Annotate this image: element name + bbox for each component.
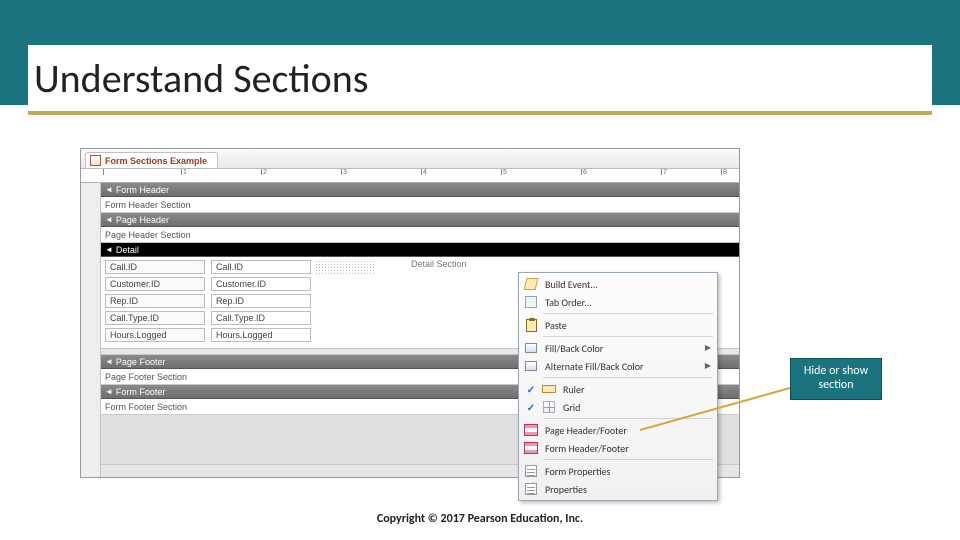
page-footer-text: Page Footer Section (105, 372, 187, 382)
submenu-arrow-icon: ▶ (705, 343, 711, 353)
section-arrow-icon: ◄ (105, 215, 113, 224)
textbox-control-repid[interactable]: Rep.ID (211, 294, 311, 308)
callout-box: Hide or show section (790, 358, 882, 400)
label-control-customerid[interactable]: Customer.ID (105, 277, 205, 291)
textbox-control-callid[interactable]: Call.ID (211, 260, 311, 274)
menu-label: Form Header/Footer (545, 442, 629, 455)
vertical-ruler[interactable] (81, 183, 101, 477)
menu-label: Grid (563, 401, 580, 414)
menu-separator (543, 313, 713, 314)
document-tab-row: Form Sections Example (81, 149, 739, 169)
slide-title-box: Understand Sections (28, 45, 932, 111)
menu-label: Ruler (563, 383, 584, 396)
menu-item-tab-order[interactable]: Tab Order... (519, 293, 717, 311)
ruler-mark-1: 1 (181, 169, 187, 183)
menu-label: Build Event... (545, 278, 598, 291)
textbox-control-customerid[interactable]: Customer.ID (211, 277, 311, 291)
menu-label: Fill/Back Color (545, 342, 603, 355)
formprops-icon (523, 463, 539, 479)
ruler-mark-4: 4 (421, 169, 427, 183)
paste-icon (523, 317, 539, 333)
menu-item-build-event[interactable]: Build Event... (519, 275, 717, 293)
menu-label: Tab Order... (545, 296, 592, 309)
menu-item-fill-back-color[interactable]: Fill/Back Color ▶ (519, 339, 717, 357)
build-icon (523, 276, 539, 292)
page-header-body[interactable]: Page Header Section (101, 227, 739, 243)
detail-annotation: Detail Section (411, 259, 467, 269)
label-control-repid[interactable]: Rep.ID (105, 294, 205, 308)
taborder-icon (523, 294, 539, 310)
grid-icon (541, 399, 557, 415)
label-control-callid[interactable]: Call.ID (105, 260, 205, 274)
section-arrow-icon: ◄ (105, 245, 113, 254)
form-tab[interactable]: Form Sections Example (85, 152, 218, 168)
ruler-mark-6: 6 (581, 169, 587, 183)
menu-item-paste[interactable]: Paste (519, 316, 717, 334)
menu-separator (543, 377, 713, 378)
menu-item-properties[interactable]: Properties (519, 480, 717, 498)
form-header-text: Form Header Section (105, 200, 191, 210)
menu-separator (543, 459, 713, 460)
section-bar-label: Form Header (116, 185, 169, 195)
textbox-control-hourslogged[interactable]: Hours.Logged (211, 328, 311, 342)
ruler-mark-3: 3 (341, 169, 347, 183)
label-control-hourslogged[interactable]: Hours.Logged (105, 328, 205, 342)
ruler-icon (541, 381, 557, 397)
menu-label: Page Header/Footer (545, 424, 627, 437)
menu-separator (543, 336, 713, 337)
menu-label: Alternate Fill/Back Color (545, 360, 643, 373)
section-bar-label: Page Footer (116, 357, 166, 367)
altfill-icon (523, 358, 539, 374)
section-arrow-icon: ◄ (105, 357, 113, 366)
ruler-mark-5: 5 (501, 169, 507, 183)
checkmark-icon (523, 381, 539, 397)
section-bar-label: Page Header (116, 215, 169, 225)
label-control-calltypeid[interactable]: Call.Type.ID (105, 311, 205, 325)
menu-label: Properties (545, 483, 587, 496)
section-bar-detail[interactable]: ◄ Detail (101, 243, 739, 257)
form-icon (90, 155, 101, 166)
checkmark-icon (523, 399, 539, 415)
props-icon (523, 481, 539, 497)
menu-label: Form Properties (545, 465, 610, 478)
section-bar-label: Form Footer (116, 387, 166, 397)
slide-title: Understand Sections (34, 54, 368, 103)
section-bar-page-header[interactable]: ◄ Page Header (101, 213, 739, 227)
grid-dots (315, 260, 375, 274)
ruler-tick (103, 169, 105, 183)
form-tab-title: Form Sections Example (105, 156, 207, 166)
submenu-arrow-icon: ▶ (705, 361, 711, 371)
ruler-mark-8: 8 (721, 169, 727, 183)
menu-item-form-properties[interactable]: Form Properties (519, 462, 717, 480)
form-header-body[interactable]: Form Header Section (101, 197, 739, 213)
fill-icon (523, 340, 539, 356)
slide-underline (28, 111, 932, 115)
callout-connector (640, 380, 800, 440)
menu-label: Paste (545, 319, 567, 332)
form-footer-text: Form Footer Section (105, 402, 187, 412)
ruler-mark-2: 2 (261, 169, 267, 183)
formhf-icon (523, 440, 539, 456)
callout-text: Hide or show section (804, 364, 868, 392)
copyright-text: Copyright © 2017 Pearson Education, Inc. (0, 512, 960, 526)
pagehf-icon (523, 422, 539, 438)
horizontal-ruler[interactable]: 1 2 3 4 5 6 7 8 (81, 169, 739, 183)
section-arrow-icon: ◄ (105, 387, 113, 396)
textbox-control-calltypeid[interactable]: Call.Type.ID (211, 311, 311, 325)
section-arrow-icon: ◄ (105, 185, 113, 194)
menu-item-form-header-footer[interactable]: Form Header/Footer (519, 439, 717, 457)
ruler-mark-7: 7 (661, 169, 667, 183)
menu-item-alt-fill-back-color[interactable]: Alternate Fill/Back Color ▶ (519, 357, 717, 375)
page-header-text: Page Header Section (105, 230, 191, 240)
section-bar-form-header[interactable]: ◄ Form Header (101, 183, 739, 197)
section-bar-label: Detail (116, 245, 139, 255)
